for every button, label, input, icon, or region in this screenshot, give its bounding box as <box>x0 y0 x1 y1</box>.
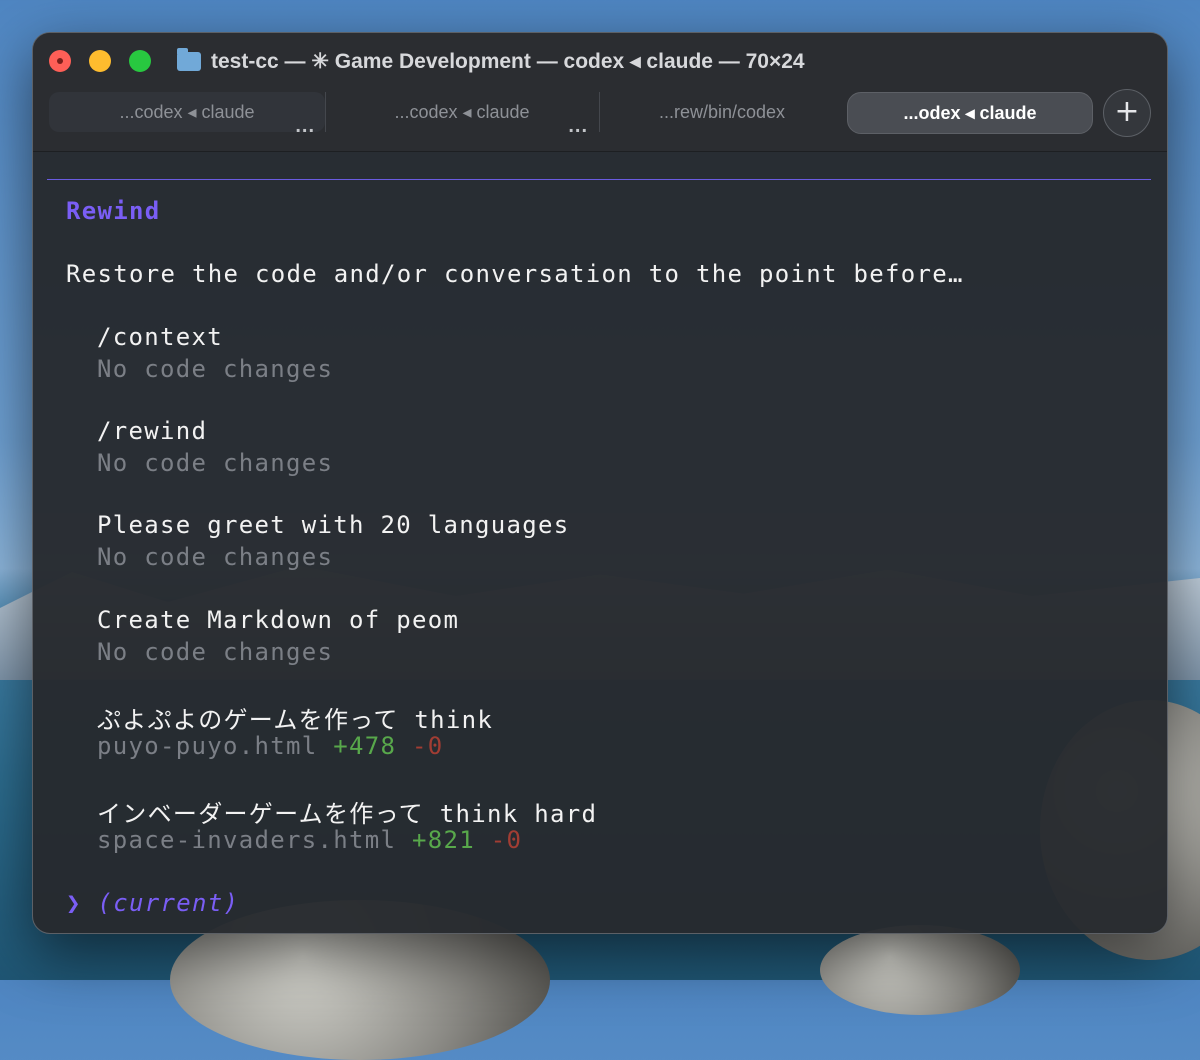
diff-removed: -0 <box>412 732 444 760</box>
window-title: test-cc — ✳ Game Development — codex ◂ c… <box>211 49 805 73</box>
minimize-button[interactable] <box>89 50 111 72</box>
rewind-option-detail: No code changes <box>97 449 334 477</box>
rewind-option-diff: puyo-puyo.html +478 -0 <box>97 732 444 760</box>
rewind-heading: Rewind <box>66 197 161 225</box>
folder-icon <box>177 47 201 71</box>
diff-filename: puyo-puyo.html <box>97 732 318 760</box>
rewind-option-detail: No code changes <box>97 638 334 666</box>
rewind-current-option[interactable]: ❯ (current) <box>66 889 239 917</box>
diff-filename: space-invaders.html <box>97 826 397 854</box>
terminal-window: test-cc — ✳ Game Development — codex ◂ c… <box>32 32 1168 934</box>
diff-added: +478 <box>333 732 397 760</box>
new-tab-button[interactable]: + <box>1103 89 1151 137</box>
tab-label: ...codex ◂ claude <box>119 101 255 122</box>
current-label: (current) <box>97 889 240 917</box>
diff-added: +821 <box>412 826 475 854</box>
section-divider <box>47 179 1151 180</box>
selection-caret-icon: ❯ <box>66 889 82 917</box>
tab-label: ...odex ◂ claude <box>903 102 1037 123</box>
tab-bar: ...codex ◂ claude ... ...codex ◂ claude … <box>33 89 1167 152</box>
title-bar[interactable]: test-cc — ✳ Game Development — codex ◂ c… <box>33 33 1167 89</box>
tab-more-icon[interactable]: ... <box>295 115 315 138</box>
tab-label: ...rew/bin/codex <box>658 101 786 122</box>
rewind-option-detail: No code changes <box>97 543 334 571</box>
tab-1[interactable]: ...codex ◂ claude ... <box>49 92 325 137</box>
rewind-option-label[interactable]: ぷよぷよのゲームを作って think <box>97 700 493 735</box>
wallpaper-rock <box>820 925 1020 1015</box>
window-title-group: test-cc — ✳ Game Development — codex ◂ c… <box>177 46 805 76</box>
tab-3[interactable]: ...rew/bin/codex <box>599 92 844 132</box>
rewind-prompt: Restore the code and/or conversation to … <box>66 260 964 288</box>
tab-label: ...codex ◂ claude <box>394 101 530 122</box>
terminal-content[interactable]: Rewind Restore the code and/or conversat… <box>33 153 1167 933</box>
rewind-option-diff: space-invaders.html +821 -0 <box>97 826 522 854</box>
rewind-option-label[interactable]: Create Markdown of peom <box>97 606 459 634</box>
rewind-option-label[interactable]: /context <box>97 323 223 351</box>
zoom-button[interactable] <box>129 50 151 72</box>
diff-removed: -0 <box>490 826 523 854</box>
rewind-option-label[interactable]: Please greet with 20 languages <box>97 511 569 539</box>
rewind-option-label[interactable]: /rewind <box>97 417 207 445</box>
rewind-option-detail: No code changes <box>97 355 334 383</box>
close-button[interactable] <box>49 50 71 72</box>
tab-2[interactable]: ...codex ◂ claude ... <box>325 92 598 137</box>
tab-more-icon[interactable]: ... <box>568 115 588 138</box>
tab-4-active[interactable]: ...odex ◂ claude <box>847 92 1093 134</box>
rewind-option-label[interactable]: インベーダーゲームを作って think hard <box>97 794 597 829</box>
